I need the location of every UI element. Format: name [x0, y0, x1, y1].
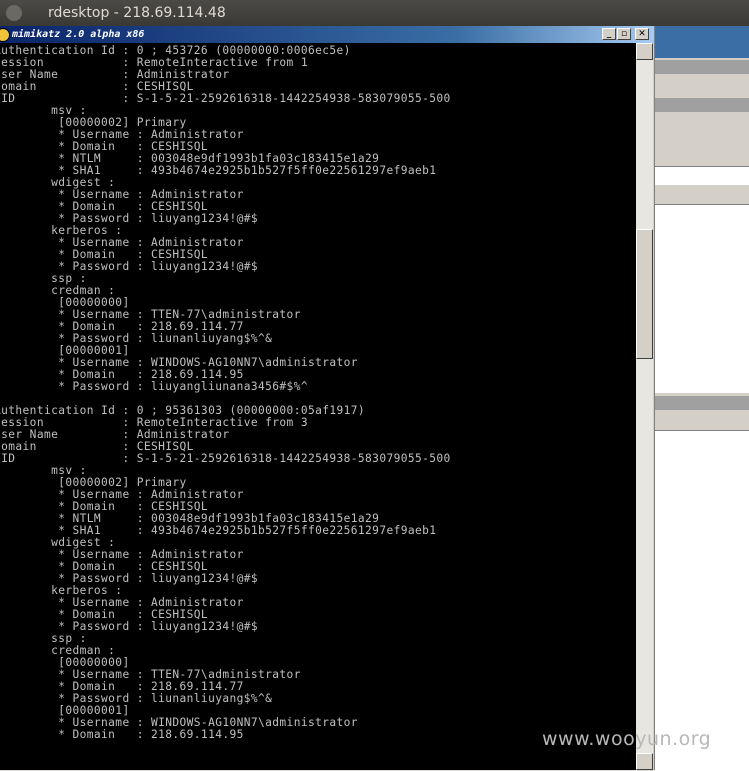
background-section [655, 396, 749, 410]
minimize-button[interactable]: _ [602, 28, 616, 40]
mimikatz-icon[interactable] [0, 28, 10, 42]
remote-desktop: mimikatz 2.0 alpha x86 _ ▫ ✕ Authenticat… [0, 26, 749, 771]
background-header [655, 98, 749, 112]
background-desktop-strip [655, 26, 749, 58]
background-list[interactable] [655, 204, 749, 393]
console-title: mimikatz 2.0 alpha x86 [12, 29, 145, 40]
rdesktop-titlebar[interactable]: rdesktop - 218.69.114.48 [0, 0, 749, 26]
background-input[interactable] [655, 166, 749, 185]
scroll-down-button[interactable] [636, 753, 653, 770]
console-output[interactable]: Authentication Id : 0 ; 453726 (00000000… [0, 43, 636, 770]
rdesktop-title: rdesktop - 218.69.114.48 [48, 5, 226, 21]
background-window[interactable] [654, 26, 749, 771]
console-window: mimikatz 2.0 alpha x86 _ ▫ ✕ Authenticat… [0, 26, 654, 770]
vertical-scrollbar[interactable] [636, 43, 653, 770]
background-panel [655, 430, 749, 771]
window-controls[interactable] [0, 0, 40, 26]
console-text: Authentication Id : 0 ; 453726 (00000000… [0, 44, 451, 741]
maximize-button[interactable]: ▫ [617, 28, 631, 40]
background-toolbar [655, 60, 749, 74]
console-titlebar[interactable]: mimikatz 2.0 alpha x86 _ ▫ ✕ [0, 26, 654, 43]
scroll-thumb[interactable] [636, 229, 653, 359]
close-button[interactable]: ✕ [635, 28, 649, 40]
scroll-up-button[interactable] [636, 43, 653, 60]
watermark: www.wooyun.org [542, 728, 712, 750]
